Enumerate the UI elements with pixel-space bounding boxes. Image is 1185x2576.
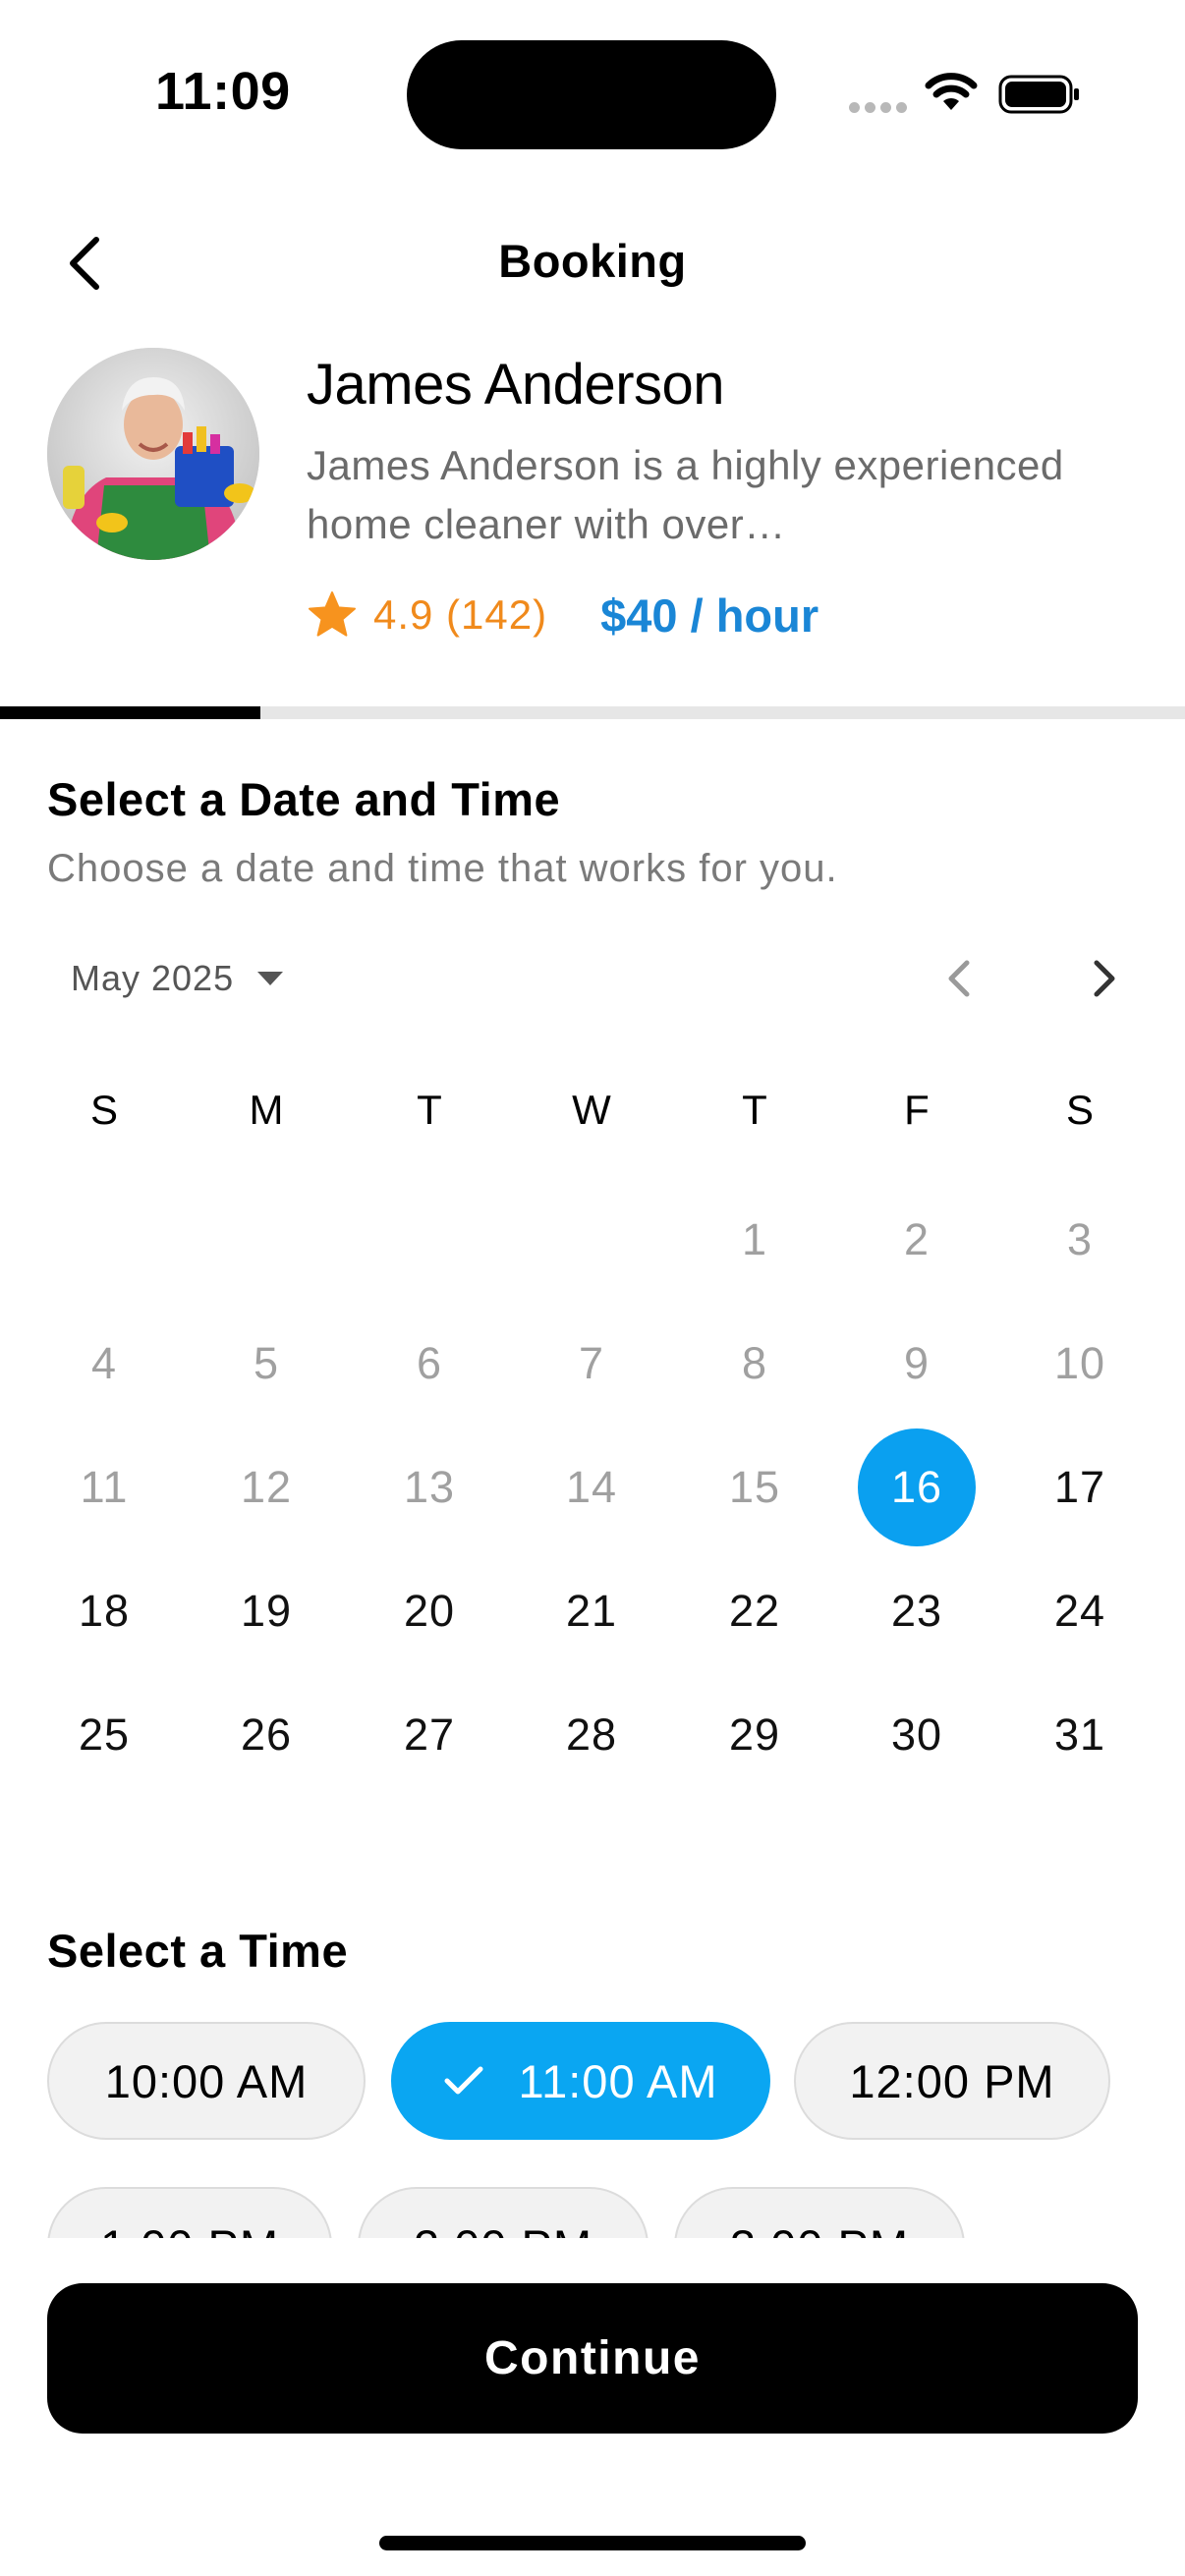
calendar-day: 1 — [741, 1214, 768, 1264]
calendar-day[interactable]: 19 — [207, 1552, 325, 1670]
check-icon — [444, 2066, 483, 2095]
progress-fill — [0, 706, 261, 719]
progress-bar — [0, 706, 1185, 719]
time-slot-chip[interactable]: 3:00 PM — [674, 2187, 965, 2238]
calendar-day: 15 — [728, 1462, 781, 1512]
month-label: May 2025 — [71, 958, 235, 998]
cellular-dots-icon — [849, 102, 908, 114]
calendar-day[interactable]: 20 — [370, 1552, 488, 1670]
time-slot-chip[interactable]: 1:00 PM — [47, 2187, 332, 2238]
calendar-day: 8 — [741, 1338, 768, 1388]
calendar-day: 4 — [90, 1338, 118, 1388]
calendar-day: 6 — [416, 1338, 443, 1388]
weekday-label: W — [572, 1087, 611, 1133]
time-slot-label: 3:00 PM — [730, 2219, 909, 2239]
calendar-day[interactable]: 30 — [858, 1676, 976, 1794]
time-slot-chip[interactable]: 11:00 AM — [391, 2022, 770, 2140]
chevron-right-icon — [1094, 960, 1115, 997]
calendar-day[interactable]: 29 — [696, 1676, 814, 1794]
price-text: $40 / hour — [600, 588, 819, 642]
calendar-day[interactable]: 28 — [533, 1676, 650, 1794]
weekday-label: S — [89, 1087, 118, 1133]
star-icon — [309, 591, 356, 637]
calendar-day[interactable]: 22 — [696, 1552, 814, 1670]
calendar-day: 9 — [903, 1338, 931, 1388]
page-title: Booking — [498, 235, 687, 287]
home-indicator — [379, 2536, 806, 2550]
time-slot-chip[interactable]: 12:00 PM — [794, 2022, 1110, 2140]
calendar-day: 3 — [1066, 1214, 1094, 1264]
rating-text: 4.9 (142) — [373, 591, 548, 638]
time-section-title: Select a Time — [47, 1925, 349, 1977]
calendar-day: 11 — [80, 1462, 129, 1512]
calendar-day: 14 — [565, 1462, 618, 1512]
calendar-day[interactable]: 27 — [370, 1676, 488, 1794]
calendar-day[interactable]: 18 — [45, 1552, 163, 1670]
time-slot-chip[interactable]: 10:00 AM — [47, 2022, 366, 2140]
rating-row: 4.9 (142) $40 / hour — [307, 586, 818, 644]
date-section-title: Select a Date and Time — [47, 773, 561, 825]
status-time: 11:09 — [155, 62, 291, 121]
weekday-label: F — [904, 1087, 930, 1133]
date-section-subtitle: Choose a date and time that works for yo… — [47, 847, 838, 890]
time-slot-chip[interactable]: 2:00 PM — [358, 2187, 649, 2238]
time-slot-label: 12:00 PM — [849, 2054, 1055, 2107]
continue-button[interactable]: Continue — [47, 2283, 1138, 2434]
calendar-day: 7 — [578, 1338, 605, 1388]
avatar — [47, 348, 259, 560]
calendar-day[interactable]: 31 — [1021, 1676, 1139, 1794]
calendar-day: 10 — [1053, 1338, 1106, 1388]
calendar-day[interactable]: 17 — [1021, 1428, 1139, 1546]
battery-icon — [998, 75, 1079, 114]
dynamic-island — [407, 40, 776, 149]
weekday-label: T — [417, 1087, 442, 1133]
calendar-day: 2 — [903, 1214, 931, 1264]
calendar-day-selected[interactable]: 16 — [858, 1428, 976, 1546]
calendar-day[interactable]: 25 — [45, 1676, 163, 1794]
month-picker[interactable]: May 2025 — [71, 951, 285, 1006]
time-slot-list-overflow: 1:00 PM 2:00 PM 3:00 PM — [0, 2132, 1185, 2238]
calendar-day[interactable]: 26 — [207, 1676, 325, 1794]
time-slot-label: 11:00 AM — [518, 2054, 718, 2107]
provider-name: James Anderson — [307, 353, 725, 417]
chevron-left-icon — [948, 960, 970, 997]
time-slot-label: 10:00 AM — [104, 2054, 309, 2107]
status-bar: 11:09 — [0, 0, 1185, 187]
next-month-button[interactable] — [1079, 949, 1128, 1008]
calendar-day[interactable]: 21 — [533, 1552, 650, 1670]
weekday-label: T — [742, 1087, 767, 1133]
calendar-day: 5 — [253, 1338, 280, 1388]
time-slot-label: 2:00 PM — [414, 2219, 592, 2239]
wifi-icon — [925, 73, 978, 110]
calendar-day: 13 — [403, 1462, 456, 1512]
weekday-label: S — [1065, 1087, 1094, 1133]
prev-month-button[interactable] — [935, 949, 985, 1008]
time-slot-label: 1:00 PM — [100, 2219, 279, 2239]
weekday-header-row: SMTWTFS — [0, 1087, 1185, 1146]
calendar-day[interactable]: 23 — [858, 1552, 976, 1670]
weekday-label: M — [249, 1087, 284, 1133]
calendar-day: 12 — [240, 1462, 293, 1512]
calendar-day[interactable]: 24 — [1021, 1552, 1139, 1670]
caret-down-icon — [257, 972, 284, 985]
provider-description: James Anderson is a highly experienced h… — [307, 442, 1064, 547]
